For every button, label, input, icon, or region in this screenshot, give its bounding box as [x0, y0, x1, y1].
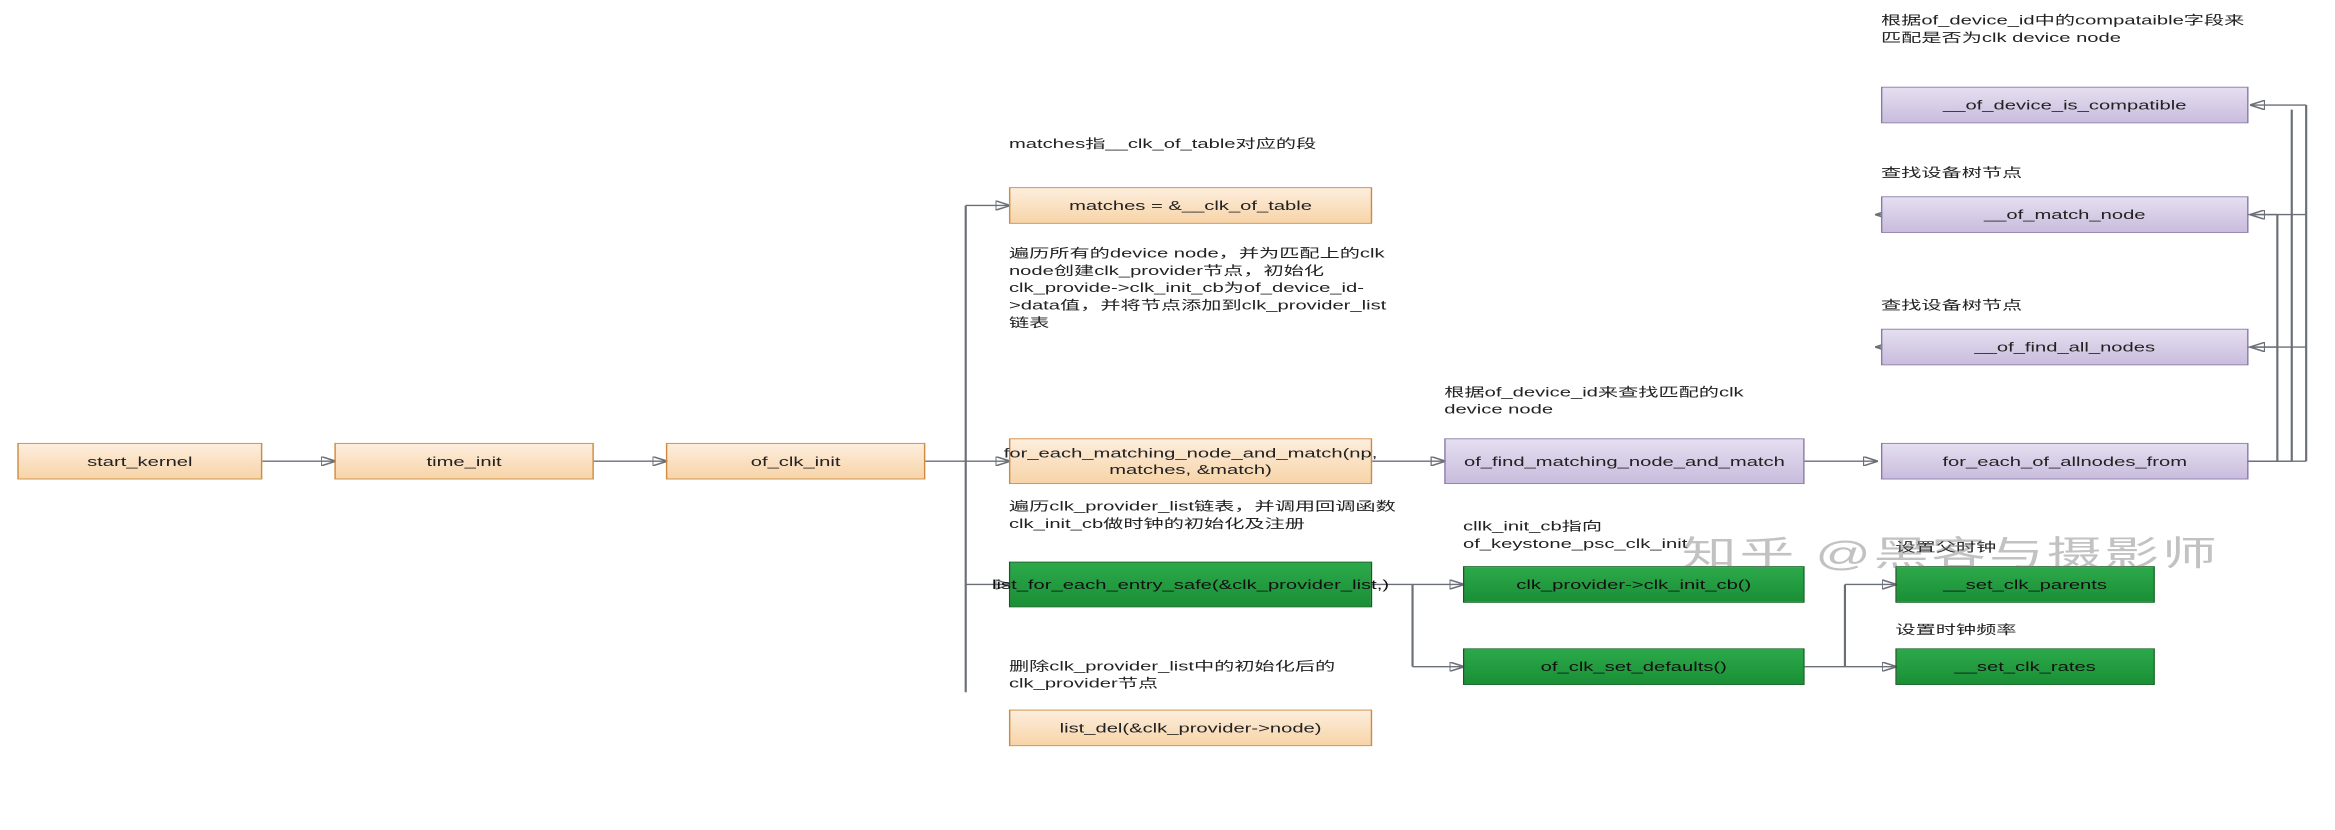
label: __set_clk_rates	[1954, 658, 2095, 675]
annot-compat: 根据of_device_id中的compataible字段来匹配是否为clk d…	[1881, 12, 2256, 47]
node-of-clk-set-defaults: of_clk_set_defaults()	[1463, 648, 1805, 685]
node-list-for-each: list_for_each_entry_safe(&clk_provider_l…	[1009, 562, 1372, 608]
annot-listfor: 遍历clk_provider_list链表，并调用回调函数clk_init_cb…	[1009, 498, 1398, 533]
node-of-clk-init: of_clk_init	[666, 443, 925, 480]
watermark: 知乎 @黑客与摄影师	[1682, 525, 2220, 575]
label: time_init	[427, 453, 502, 470]
label: __of_device_is_compatible	[1943, 97, 2186, 114]
label: for_each_of_allnodes_from	[1942, 453, 2187, 470]
node-list-del: list_del(&clk_provider->node)	[1009, 710, 1372, 747]
label: list_for_each_entry_safe(&clk_provider_l…	[992, 576, 1389, 593]
label: of_find_matching_node_and_match	[1464, 453, 1785, 470]
node-of-device-is-compatible: __of_device_is_compatible	[1881, 87, 2249, 124]
label: __of_match_node	[1984, 206, 2146, 223]
annot-of-find-match: 根据of_device_id来查找匹配的clk device node	[1444, 384, 1804, 419]
label: __set_clk_parents	[1943, 576, 2107, 593]
node-set-clk-rates: __set_clk_rates	[1895, 648, 2154, 685]
annot-listdel: 删除clk_provider_list中的初始化后的clk_provider节点	[1009, 658, 1398, 693]
node-of-find-all-nodes: __of_find_all_nodes	[1881, 329, 2249, 366]
annot-set-rates: 设置时钟频率	[1895, 621, 2183, 638]
node-for-each-matching: for_each_matching_node_and_match(np, mat…	[1009, 438, 1372, 484]
annot-matches: matches指__clk_of_table对应的段	[1009, 135, 1384, 152]
node-matches: matches = &__clk_of_table	[1009, 187, 1372, 224]
node-for-each-allnodes: for_each_of_allnodes_from	[1881, 443, 2249, 480]
label: list_del(&clk_provider->node)	[1060, 720, 1322, 737]
label: start_kernel	[87, 453, 192, 470]
node-time-init: time_init	[334, 443, 593, 480]
node-of-find-matching: of_find_matching_node_and_match	[1444, 438, 1804, 484]
label: matches = &__clk_of_table	[1069, 197, 1312, 214]
label: for_each_matching_node_and_match(np, mat…	[1004, 445, 1378, 478]
label: __of_find_all_nodes	[1974, 339, 2155, 356]
annot-foreach: 遍历所有的device node，并为匹配上的clk node创建clk_pro…	[1009, 245, 1398, 331]
annot-match-node: 查找设备树节点	[1881, 164, 2241, 181]
node-start-kernel: start_kernel	[17, 443, 262, 480]
label: of_clk_init	[751, 453, 841, 470]
label: of_clk_set_defaults()	[1541, 658, 1727, 675]
annot-find-all-nodes: 查找设备树节点	[1881, 297, 2241, 314]
label: clk_provider->clk_init_cb()	[1516, 576, 1751, 593]
node-of-match-node: __of_match_node	[1881, 196, 2249, 233]
